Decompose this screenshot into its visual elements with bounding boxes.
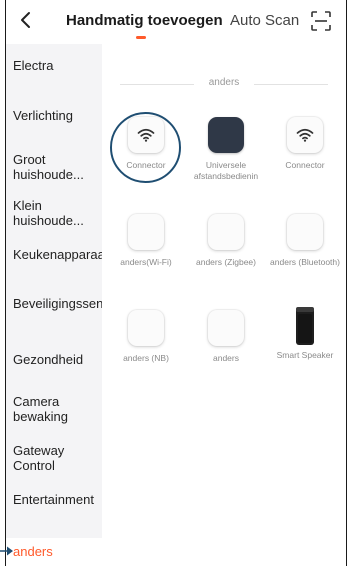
device-smart-speaker[interactable]: Smart Speaker [266,306,344,361]
wifi-icon [128,117,164,153]
sidebar-item-camera-bewaking[interactable]: Camera bewaking [6,394,102,424]
category-sidebar: Electra Verlichting Groot huishoude... K… [6,44,121,566]
device-label: anders (NB) [123,353,169,363]
sidebar-item-groot-huishouden[interactable]: Groot huishoude... [6,152,102,182]
speaker-icon [287,306,323,346]
phone-screen: Handmatig toevoegen Auto Scan Electra Ve… [5,0,347,566]
sidebar-item-gezondheid[interactable]: Gezondheid [6,352,102,367]
pointer-arrow-icon [0,546,13,556]
remote-icon [208,117,244,153]
device-label: Connector [126,160,166,170]
sidebar-item-gateway-control[interactable]: Gateway Control [6,443,102,473]
section-divider-left [120,84,194,85]
sidebar-item-klein-huishouden[interactable]: Klein huishoude... [6,198,102,228]
device-anders-zigbee[interactable]: anders (Zigbee) [187,214,265,268]
back-button[interactable] [12,6,40,34]
device-anders-nb[interactable]: anders (NB) [107,310,185,364]
device-label: anders (Zigbee) [195,257,256,267]
tab-manual-add[interactable]: Handmatig toevoegen [66,12,223,29]
device-anders[interactable]: anders [187,310,265,364]
device-universal-remote[interactable]: Universele afstandsbedienin [187,117,265,182]
device-label: anders(Wi-Fi) [120,257,172,267]
device-anders-bluetooth[interactable]: anders (Bluetooth) [266,214,344,268]
active-tab-indicator [136,36,146,39]
blank-device-icon [128,214,164,250]
sidebar-item-entertainment[interactable]: Entertainment [6,492,102,507]
blank-device-icon [208,310,244,346]
device-label: Smart Speaker [276,350,334,360]
top-bar: Handmatig toevoegen Auto Scan [6,0,346,44]
device-label: Connector [285,160,325,170]
device-label: anders [213,353,239,363]
device-connector-2[interactable]: Connector [266,117,344,171]
sidebar-item-beveiligingssensor[interactable]: Beveiligingssensor [6,296,121,311]
tab-auto-scan[interactable]: Auto Scan [230,12,299,29]
sidebar-item-verlichting[interactable]: Verlichting [6,108,102,123]
device-anders-wifi[interactable]: anders(Wi-Fi) [107,214,185,268]
chevron-left-icon [21,12,30,28]
sidebar-item-keukenapparaat[interactable]: Keukenapparaat [6,247,108,262]
blank-device-icon [128,310,164,346]
section-title: anders [208,77,240,88]
scan-button[interactable] [308,8,334,34]
scan-icon [311,11,331,31]
device-connector[interactable]: Connector [107,117,185,171]
device-label: anders (Bluetooth) [270,257,340,267]
blank-device-icon [208,214,244,250]
device-label: Universele afstandsbedienin [193,160,259,181]
device-grid-panel: anders Connector Universele afstandsbedi… [102,44,346,566]
sidebar-item-anders[interactable]: anders [6,538,102,566]
blank-device-icon [287,214,323,250]
section-divider-right [254,84,328,85]
wifi-icon [287,117,323,153]
sidebar-item-electra[interactable]: Electra [6,58,102,73]
